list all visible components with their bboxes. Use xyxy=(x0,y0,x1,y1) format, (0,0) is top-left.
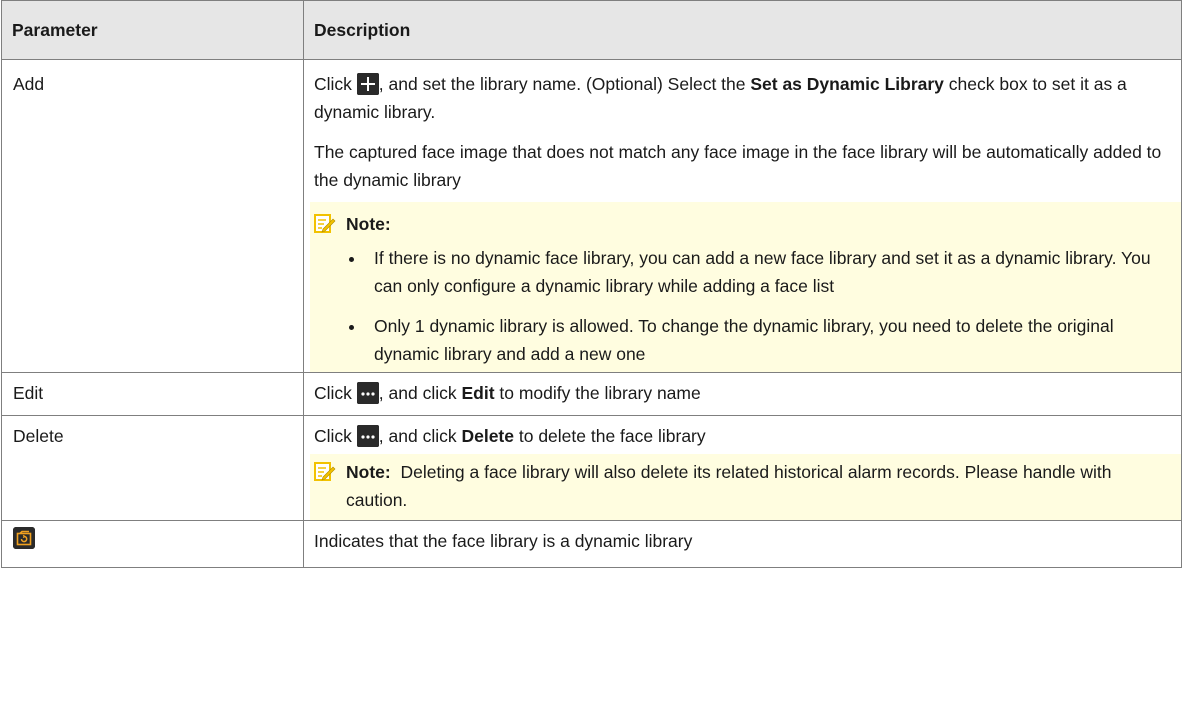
delete-paragraph: Click , and click Delete to delete the f… xyxy=(314,422,1169,450)
table-row-add: Add Click , and set the library name. (O… xyxy=(1,59,1182,373)
add-text-bold: Set as Dynamic Library xyxy=(750,74,944,94)
add-note-label: Note: xyxy=(346,214,391,234)
list-item: If there is no dynamic face library, you… xyxy=(366,244,1171,300)
delete-text-post: to delete the face library xyxy=(514,426,706,446)
list-item: Only 1 dynamic library is allowed. To ch… xyxy=(366,312,1171,368)
header-description: Description xyxy=(303,0,1182,60)
edit-paragraph: Click , and click Edit to modify the lib… xyxy=(314,379,1169,407)
header-parameter: Parameter xyxy=(1,0,304,60)
param-edit: Edit xyxy=(1,372,304,416)
param-dynamic xyxy=(1,520,304,568)
delete-text-mid: , and click xyxy=(378,426,462,446)
add-note-list: If there is no dynamic face library, you… xyxy=(314,244,1171,368)
table-header-row: Parameter Description xyxy=(1,0,1182,60)
note-icon xyxy=(314,462,336,482)
table-row-dynamic: Indicates that the face library is a dyn… xyxy=(1,520,1182,568)
add-text-mid: , and set the library name. (Optional) S… xyxy=(378,74,751,94)
edit-text-bold: Edit xyxy=(461,383,495,403)
delete-note-label: Note: xyxy=(346,462,391,482)
add-paragraph-2: The captured face image that does not ma… xyxy=(314,142,1162,190)
param-add: Add xyxy=(1,59,304,373)
add-text-pre: Click xyxy=(314,74,357,94)
delete-text-bold: Delete xyxy=(461,426,514,446)
more-icon xyxy=(356,382,379,404)
add-note-box: Note: If there is no dynamic face librar… xyxy=(310,202,1181,372)
delete-note-text-wrap: Note: Deleting a face library will also … xyxy=(346,458,1171,514)
edit-text-pre: Click xyxy=(314,383,357,403)
plus-icon xyxy=(356,73,379,95)
parameter-table: Parameter Description Add Click , and se… xyxy=(1,0,1182,568)
table-row-edit: Edit Click , and click Edit to modify th… xyxy=(1,372,1182,416)
delete-text-pre: Click xyxy=(314,426,357,446)
edit-text-mid: , and click xyxy=(378,383,462,403)
desc-edit: Click , and click Edit to modify the lib… xyxy=(303,372,1182,416)
desc-dynamic: Indicates that the face library is a dyn… xyxy=(303,520,1182,568)
more-icon xyxy=(356,425,379,447)
table-row-delete: Delete Click , and click Delete to delet… xyxy=(1,415,1182,521)
delete-note-text: Deleting a face library will also delete… xyxy=(346,462,1112,510)
desc-delete: Click , and click Delete to delete the f… xyxy=(303,415,1182,521)
desc-add: Click , and set the library name. (Optio… xyxy=(303,59,1182,373)
add-paragraph-1: Click , and set the library name. (Optio… xyxy=(314,70,1169,126)
edit-text-post: to modify the library name xyxy=(494,383,701,403)
dynamic-library-icon xyxy=(13,527,35,549)
delete-note-box: Note: Deleting a face library will also … xyxy=(310,454,1181,520)
add-note-head: Note: xyxy=(314,210,1171,238)
param-delete: Delete xyxy=(1,415,304,521)
note-icon xyxy=(314,214,336,234)
